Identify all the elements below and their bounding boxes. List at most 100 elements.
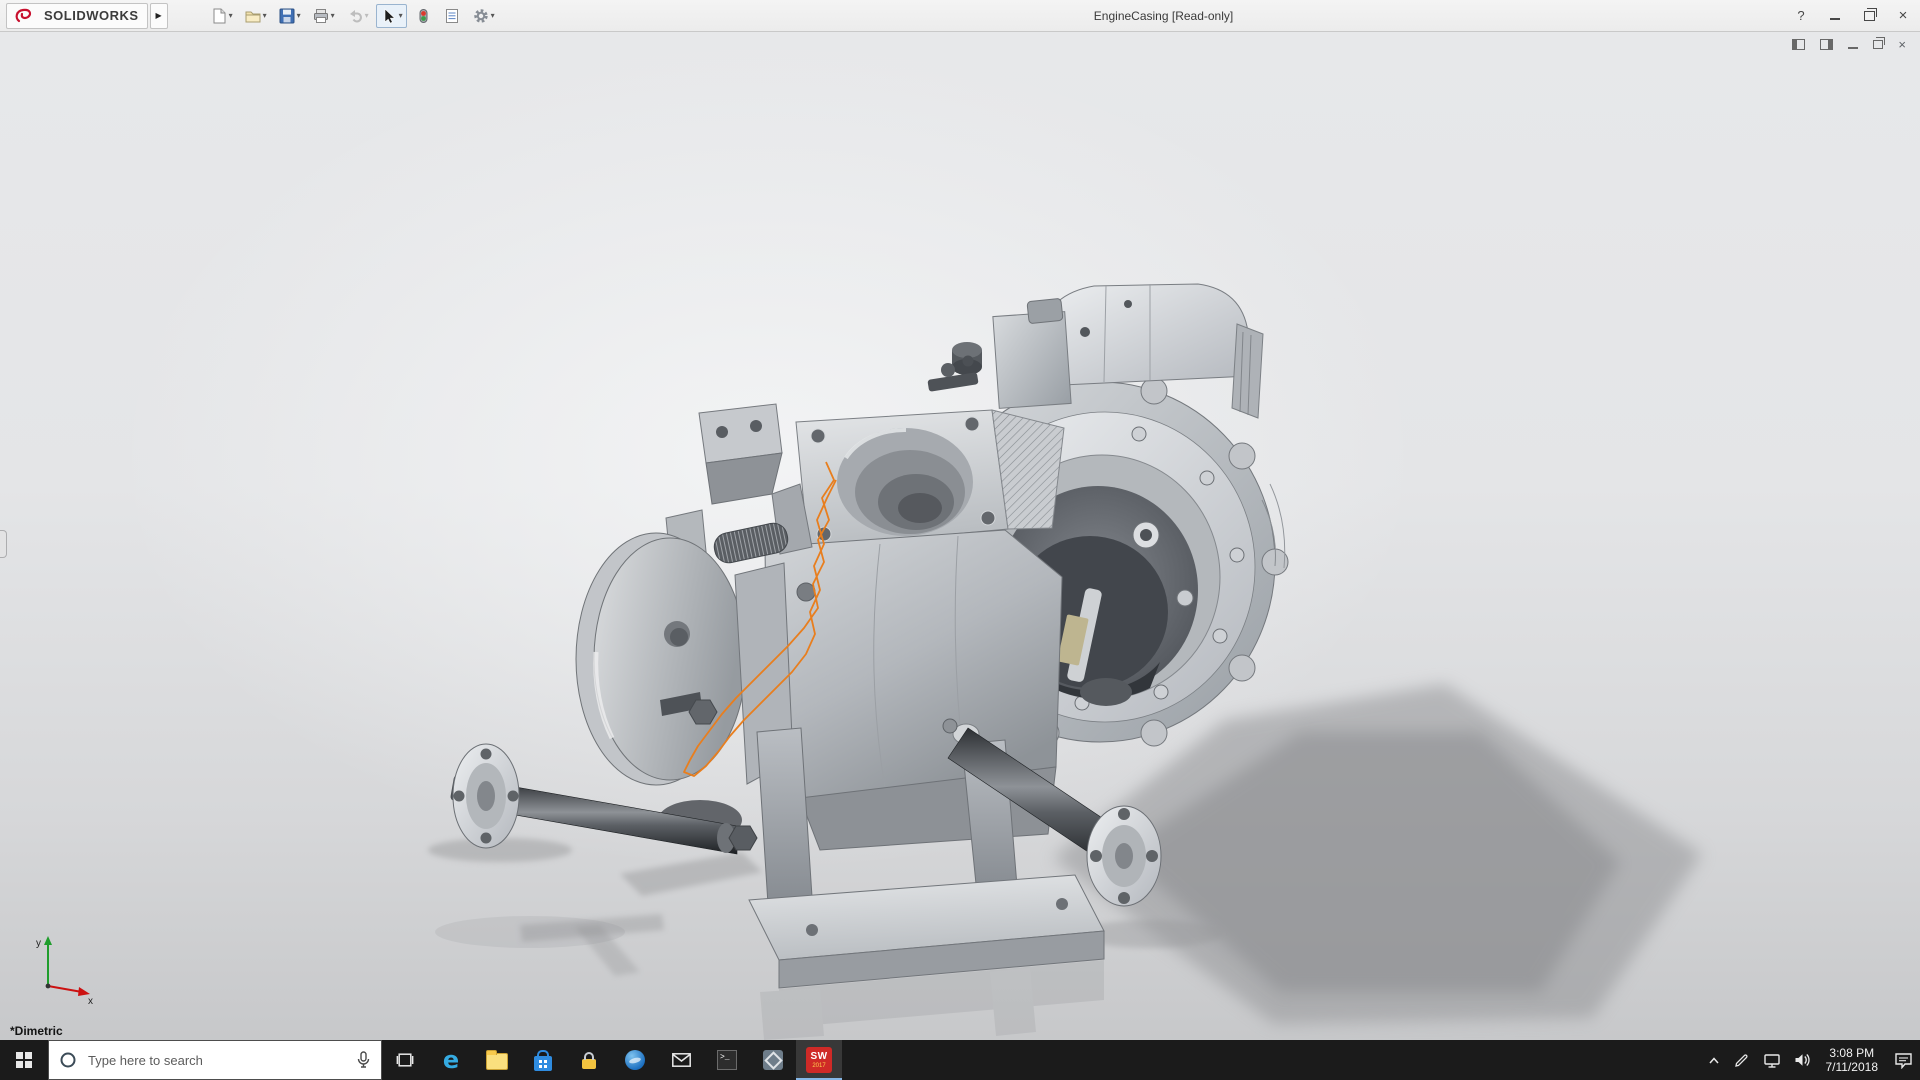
start-button[interactable]: [0, 1040, 48, 1080]
document-window-controls: ×: [1792, 38, 1906, 51]
save-icon: [278, 7, 296, 25]
view-orientation-label: *Dimetric: [10, 1024, 63, 1038]
clock-date: 7/11/2018: [1826, 1060, 1879, 1074]
clock[interactable]: 3:08 PM 7/11/2018: [1817, 1046, 1888, 1074]
edge-icon: e: [443, 1048, 459, 1072]
terminal-button[interactable]: >_: [704, 1040, 750, 1080]
security-app-button[interactable]: [566, 1040, 612, 1080]
pane-right-icon[interactable]: [1820, 39, 1833, 50]
options-gear-icon: [472, 7, 490, 25]
doc-minimize-button[interactable]: [1848, 40, 1858, 49]
new-document-icon: [210, 7, 228, 25]
terminal-icon: >_: [717, 1050, 737, 1070]
minimize-icon: [1830, 12, 1840, 20]
close-icon: ×: [1899, 8, 1908, 23]
rebuild-icon: [414, 7, 432, 25]
windows-logo-icon: [16, 1052, 33, 1069]
browser-app-icon: [625, 1050, 645, 1070]
task-view-icon: [396, 1051, 414, 1069]
engine-casing-model: [0, 32, 1920, 1040]
minimize-button[interactable]: [1818, 0, 1852, 31]
dropdown-arrow-icon[interactable]: ▾: [399, 12, 403, 20]
close-button[interactable]: ×: [1886, 0, 1920, 31]
action-center-icon: [1894, 1052, 1913, 1069]
network-button[interactable]: [1757, 1040, 1787, 1080]
lock-icon: [582, 1059, 596, 1069]
select-tool-button[interactable]: ▾: [376, 4, 407, 28]
help-icon: ?: [1797, 8, 1804, 23]
browser-app-button[interactable]: [612, 1040, 658, 1080]
network-icon: [1764, 1053, 1780, 1068]
axis-label-y: y: [36, 938, 41, 949]
print-icon: [312, 7, 330, 25]
dropdown-arrow-icon[interactable]: ▾: [365, 12, 369, 20]
new-document-button[interactable]: ▾: [206, 4, 237, 28]
file-explorer-icon: [486, 1053, 508, 1070]
tray-expand-button[interactable]: [1701, 1040, 1727, 1080]
volume-icon: [1794, 1052, 1810, 1068]
dropdown-arrow-icon[interactable]: ▾: [229, 12, 233, 20]
edge-button[interactable]: e: [428, 1040, 474, 1080]
solidworks-taskbar-button[interactable]: SW 2017: [796, 1040, 842, 1080]
store-icon: [534, 1056, 552, 1071]
select-cursor-icon: [380, 7, 398, 25]
file-explorer-button[interactable]: [474, 1040, 520, 1080]
search-input[interactable]: [86, 1052, 347, 1069]
file-properties-icon: [443, 7, 461, 25]
restore-icon: [1864, 11, 1875, 21]
clutch-disc: [576, 533, 793, 840]
taskbar: e >_ SW 2017: [0, 1040, 1920, 1080]
open-button[interactable]: ▾: [240, 4, 271, 28]
maximize-button[interactable]: [1852, 0, 1886, 31]
search-box[interactable]: [48, 1040, 382, 1080]
file-properties-button[interactable]: [439, 4, 465, 28]
pen-button[interactable]: [1727, 1040, 1757, 1080]
dropdown-arrow-icon[interactable]: ▾: [491, 12, 495, 20]
cortana-icon: [59, 1051, 77, 1069]
feature-pane-splitter[interactable]: [0, 530, 7, 558]
options-button[interactable]: ▾: [468, 4, 499, 28]
system-tray: 3:08 PM 7/11/2018: [1701, 1040, 1920, 1080]
undo-button[interactable]: ▾: [342, 4, 373, 28]
dropdown-arrow-icon[interactable]: ▾: [297, 12, 301, 20]
doc-close-button[interactable]: ×: [1898, 38, 1906, 51]
graphics-area[interactable]: × y x *Dimetric: [0, 32, 1920, 1040]
axis-label-x: x: [88, 996, 93, 1004]
dropdown-arrow-icon[interactable]: ▾: [331, 12, 335, 20]
dropdown-arrow-icon[interactable]: ▾: [263, 12, 267, 20]
pen-icon: [1734, 1052, 1750, 1068]
action-center-button[interactable]: [1887, 1040, 1920, 1080]
title-bar: SOLIDWORKS ▶ ▾ ▾: [0, 0, 1920, 32]
carburetor-flange: [796, 410, 1064, 547]
help-button[interactable]: ?: [1784, 0, 1818, 31]
logo-text: SOLIDWORKS: [44, 8, 139, 23]
window-controls: ? ×: [1784, 0, 1920, 31]
doc-restore-button[interactable]: [1873, 40, 1883, 49]
open-folder-icon: [244, 7, 262, 25]
mail-icon: [672, 1053, 691, 1067]
document-title: EngineCasing [Read-only]: [1094, 9, 1233, 23]
task-view-button[interactable]: [382, 1040, 428, 1080]
mail-button[interactable]: [658, 1040, 704, 1080]
app-icon: [763, 1050, 783, 1070]
rebuild-button[interactable]: [410, 4, 436, 28]
microphone-icon[interactable]: [356, 1051, 371, 1069]
pane-left-icon[interactable]: [1792, 39, 1805, 50]
chevron-up-icon: [1708, 1056, 1720, 1065]
x-axis-arrow: [48, 986, 82, 992]
app-button[interactable]: [750, 1040, 796, 1080]
print-button[interactable]: ▾: [308, 4, 339, 28]
solidworks-icon: SW 2017: [806, 1047, 832, 1073]
store-button[interactable]: [520, 1040, 566, 1080]
clock-time: 3:08 PM: [1829, 1046, 1874, 1060]
solidworks-menu-button[interactable]: SOLIDWORKS: [6, 3, 148, 29]
save-button[interactable]: ▾: [274, 4, 305, 28]
solidworks-window: SOLIDWORKS ▶ ▾ ▾: [0, 0, 1920, 1080]
menu-expand-button[interactable]: ▶: [150, 3, 168, 29]
volume-button[interactable]: [1787, 1040, 1817, 1080]
flyout-arrow-icon: ▶: [155, 11, 161, 20]
orientation-triad: y x: [6, 934, 98, 1004]
dassault-logo-icon: [15, 7, 39, 25]
undo-icon: [346, 7, 364, 25]
quick-access-toolbar: ▾ ▾ ▾: [206, 4, 499, 28]
